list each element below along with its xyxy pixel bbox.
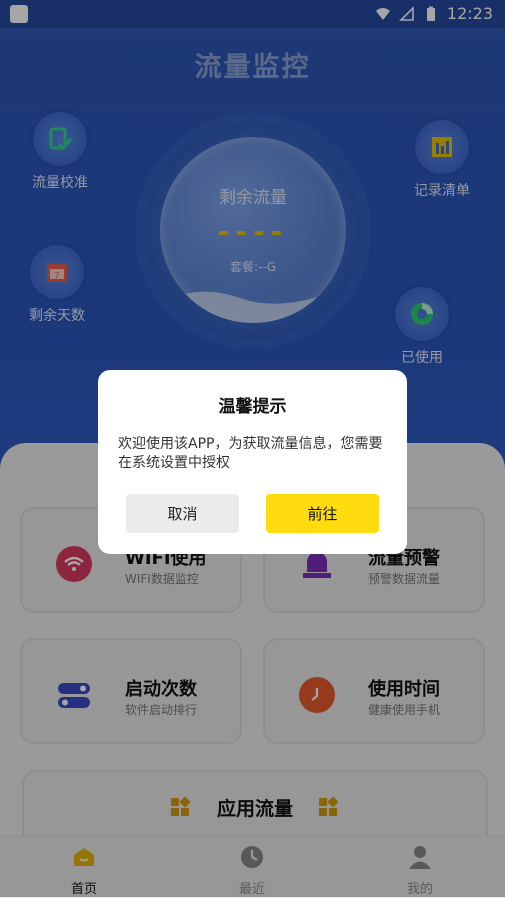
dialog-title: 温馨提示 <box>218 397 287 417</box>
confirm-button[interactable]: 前往 <box>266 494 379 533</box>
permission-dialog: 温馨提示 欢迎使用该APP，为获取流量信息，您需要在系统设置中授权 取消 前往 <box>98 370 407 554</box>
dialog-message: 欢迎使用该APP，为获取流量信息，您需要在系统设置中授权 <box>118 436 383 471</box>
screen: 12:23 流量监控 剩余流量 ---- 套餐:--G 流量校准 记录清单 7 … <box>0 0 505 898</box>
cancel-button[interactable]: 取消 <box>126 494 239 533</box>
